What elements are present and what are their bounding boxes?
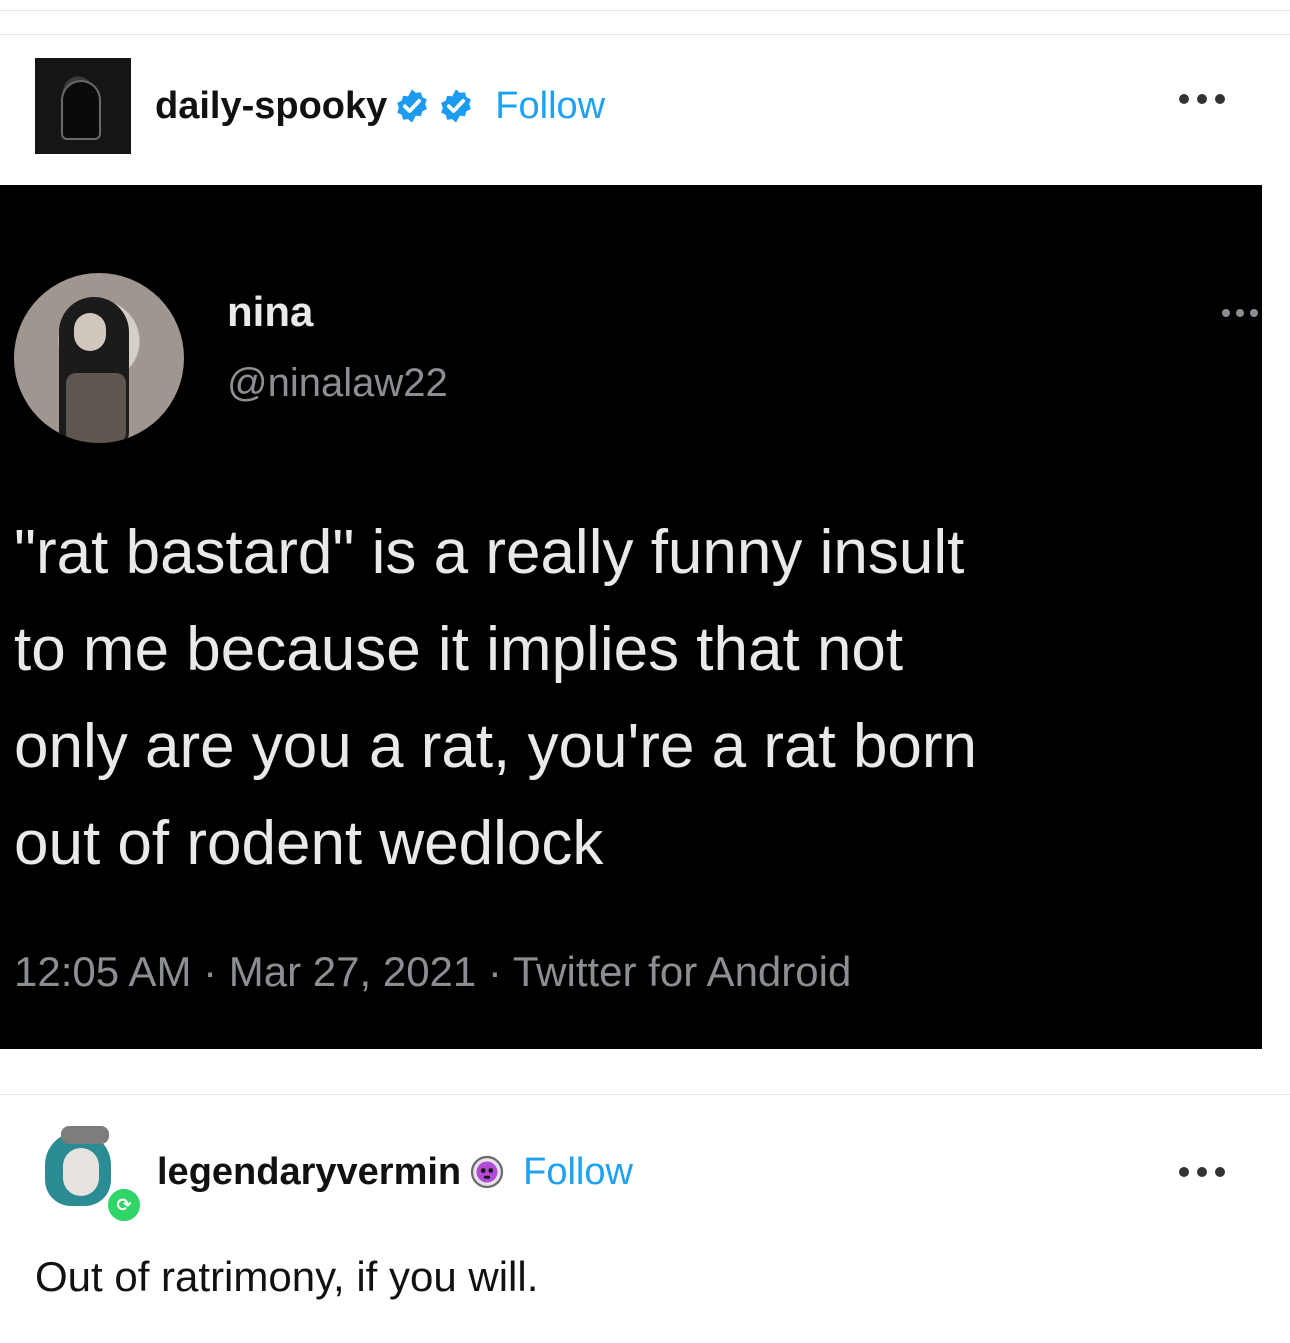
avatar-body-shape [66,373,126,443]
avatar-face-shape [74,313,106,351]
more-horizontal-icon [1197,94,1207,104]
more-options-button[interactable] [1179,1167,1225,1177]
more-options-button[interactable] [1179,94,1225,104]
reblog-comment: Out of ratrimony, if you will. [35,1253,539,1300]
more-horizontal-icon [1215,94,1225,104]
more-horizontal-icon [1236,309,1244,317]
tweet-author-name: nina [227,288,314,335]
post-author-name[interactable]: daily-spooky [155,85,387,128]
tweet-text: "rat bastard" is a really funny insult t… [14,518,978,878]
tweet-avatar [14,273,184,443]
more-horizontal-icon [1222,309,1230,317]
skull-badge-icon [471,1155,504,1189]
verified-badge-icon [397,89,428,123]
verified-badge-icon [441,89,472,123]
follow-button[interactable]: Follow [495,85,605,128]
tweet-author-handle: @ninalaw22 [227,361,448,405]
more-horizontal-icon [1179,94,1189,104]
reblog-icon: ⟳ [105,1186,143,1224]
more-horizontal-icon [1250,309,1258,317]
reblog-avatar[interactable]: ⟳ [35,1122,143,1224]
reblog-header: ⟳ legendaryvermin Follow [35,1122,1235,1224]
post-header: daily-spooky Follow [35,58,1235,154]
divider [0,10,1290,11]
more-horizontal-icon [1215,1167,1225,1177]
tweet-more-options [1222,309,1258,317]
reblog-author-name[interactable]: legendaryvermin [157,1151,461,1194]
avatar-face-shape [63,1148,99,1196]
tweet-meta: 12:05 AM · Mar 27, 2021 · Twitter for An… [14,948,852,995]
more-horizontal-icon [1179,1167,1189,1177]
avatar-hat-shape [61,1126,109,1144]
more-horizontal-icon [1197,1167,1207,1177]
follow-button[interactable]: Follow [523,1151,633,1194]
tweet-screenshot: nina @ninalaw22 "rat bastard" is a reall… [0,185,1262,1049]
divider [0,1094,1290,1095]
avatar[interactable] [35,58,131,154]
tumblr-post-page: daily-spooky Follow nina @ninalaw22 "rat… [0,0,1290,1343]
divider [0,34,1290,35]
